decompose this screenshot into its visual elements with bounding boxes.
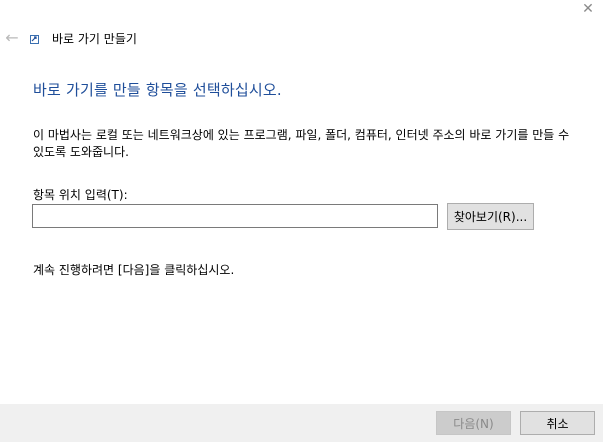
- wizard-title: 바로 가기 만들기: [52, 32, 137, 46]
- footer-bar: [0, 404, 603, 442]
- close-button[interactable]: ✕: [573, 0, 603, 18]
- browse-button[interactable]: 찾아보기(R)...: [447, 203, 534, 230]
- location-label: 항목 위치 입력(T):: [33, 188, 128, 202]
- shortcut-wizard-icon: [30, 35, 39, 44]
- back-arrow-icon: ←: [5, 27, 19, 47]
- back-button[interactable]: ←: [2, 27, 22, 47]
- next-button[interactable]: 다음(N): [436, 411, 511, 435]
- page-heading: 바로 가기를 만들 항목을 선택하십시오.: [33, 81, 282, 99]
- cancel-button[interactable]: 취소: [520, 411, 595, 435]
- continue-hint: 계속 진행하려면 [다음]을 클릭하십시오.: [33, 263, 235, 277]
- close-icon: ✕: [582, 1, 594, 17]
- description-text: 이 마법사는 로컬 또는 네트워크상에 있는 프로그램, 파일, 폴더, 컴퓨터…: [33, 128, 570, 159]
- location-input[interactable]: [32, 204, 438, 228]
